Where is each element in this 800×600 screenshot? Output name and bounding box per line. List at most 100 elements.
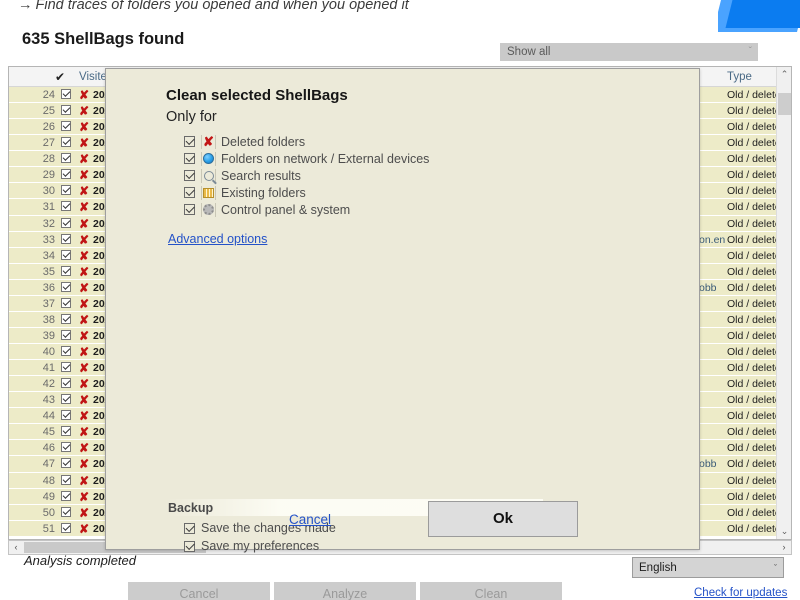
scroll-up-icon[interactable]: ⌃ — [777, 67, 791, 82]
row-delete-icon[interactable]: ✘ — [77, 360, 91, 376]
row-checkbox[interactable] — [59, 392, 73, 408]
row-checkbox[interactable] — [59, 328, 73, 344]
row-delete-icon[interactable]: ✘ — [77, 312, 91, 328]
scroll-down-icon[interactable]: ⌄ — [777, 524, 791, 539]
row-delete-icon[interactable]: ✘ — [77, 119, 91, 135]
vertical-scroll-thumb[interactable] — [778, 93, 791, 115]
row-checkbox[interactable] — [59, 264, 73, 280]
analyze-button[interactable]: Analyze — [274, 582, 416, 600]
row-delete-icon[interactable]: ✘ — [77, 456, 91, 472]
row-checkbox[interactable] — [59, 87, 73, 103]
row-delete-icon[interactable]: ✘ — [77, 328, 91, 344]
clean-option-row[interactable]: ✘ Deleted folders — [184, 133, 429, 150]
row-number: 38 — [42, 313, 55, 326]
row-checkbox[interactable] — [59, 408, 73, 424]
row-checkbox[interactable] — [59, 440, 73, 456]
row-delete-icon[interactable]: ✘ — [77, 473, 91, 489]
row-delete-icon[interactable]: ✘ — [77, 199, 91, 215]
row-delete-icon[interactable]: ✘ — [77, 280, 91, 296]
row-delete-icon[interactable]: ✘ — [77, 183, 91, 199]
row-checkbox[interactable] — [59, 248, 73, 264]
column-header-check[interactable]: ✔ — [47, 67, 73, 87]
row-delete-icon[interactable]: ✘ — [77, 248, 91, 264]
row-delete-icon[interactable]: ✘ — [77, 87, 91, 103]
row-number: 25 — [42, 105, 55, 118]
row-number: 31 — [42, 201, 55, 214]
table-vertical-scrollbar[interactable]: ⌃ ⌄ — [776, 67, 791, 539]
row-checkbox[interactable] — [59, 199, 73, 215]
row-checkbox[interactable] — [59, 167, 73, 183]
option-checkbox[interactable] — [184, 136, 195, 147]
option-checkbox[interactable] — [184, 187, 195, 198]
row-delete-icon[interactable]: ✘ — [77, 489, 91, 505]
row-delete-icon[interactable]: ✘ — [77, 376, 91, 392]
row-delete-icon[interactable]: ✘ — [77, 344, 91, 360]
row-delete-icon[interactable]: ✘ — [77, 505, 91, 521]
row-delete-icon[interactable]: ✘ — [77, 135, 91, 151]
row-delete-icon[interactable]: ✘ — [77, 264, 91, 280]
clean-option-row[interactable]: Existing folders — [184, 184, 429, 201]
row-checkbox[interactable] — [59, 521, 73, 537]
row-type: Old / delete — [727, 394, 781, 407]
row-delete-icon[interactable]: ✘ — [77, 296, 91, 312]
row-checkbox[interactable] — [59, 376, 73, 392]
row-delete-icon[interactable]: ✘ — [77, 167, 91, 183]
cancel-button[interactable]: Cancel — [128, 582, 270, 600]
row-delete-icon[interactable]: ✘ — [77, 521, 91, 537]
option-checkbox[interactable] — [184, 170, 195, 181]
advanced-options-link[interactable]: Advanced options — [168, 232, 267, 246]
row-checkbox[interactable] — [59, 489, 73, 505]
row-checkbox[interactable] — [59, 344, 73, 360]
row-delete-icon[interactable]: ✘ — [77, 103, 91, 119]
row-delete-icon[interactable]: ✘ — [77, 216, 91, 232]
language-value: English — [639, 562, 677, 574]
row-number: 50 — [42, 506, 55, 519]
scroll-left-icon[interactable]: ‹ — [9, 541, 23, 554]
row-type: Old / delete — [727, 490, 781, 503]
row-delete-icon[interactable]: ✘ — [77, 424, 91, 440]
scroll-right-icon[interactable]: › — [777, 541, 791, 554]
row-checkbox[interactable] — [59, 296, 73, 312]
row-number: 37 — [42, 297, 55, 310]
row-delete-icon[interactable]: ✘ — [77, 408, 91, 424]
row-checkbox[interactable] — [59, 360, 73, 376]
clean-option-row[interactable]: Search results — [184, 167, 429, 184]
row-checkbox[interactable] — [59, 135, 73, 151]
row-checkbox[interactable] — [59, 103, 73, 119]
row-checkbox[interactable] — [59, 232, 73, 248]
row-type: Old / delete — [727, 105, 781, 118]
app-tagline: → Find traces of folders you opened and w… — [18, 0, 409, 13]
row-checkbox[interactable] — [59, 216, 73, 232]
check-for-updates-link[interactable]: Check for updates — [694, 587, 787, 599]
clean-option-row[interactable]: Control panel & system — [184, 201, 429, 218]
row-checkbox[interactable] — [59, 505, 73, 521]
language-select[interactable]: English ˇ — [632, 557, 784, 578]
dialog-ok-button[interactable]: Ok — [428, 501, 578, 537]
option-checkbox[interactable] — [184, 204, 195, 215]
search-icon — [201, 168, 216, 183]
dialog-cancel-link[interactable]: Cancel — [289, 512, 331, 527]
backup-option-row[interactable]: Save my preferences — [184, 537, 336, 555]
option-checkbox[interactable] — [184, 153, 195, 164]
row-checkbox[interactable] — [59, 151, 73, 167]
clean-button[interactable]: Clean — [420, 582, 562, 600]
row-delete-icon[interactable]: ✘ — [77, 151, 91, 167]
clean-option-row[interactable]: Folders on network / External devices — [184, 150, 429, 167]
row-number: 49 — [42, 490, 55, 503]
row-checkbox[interactable] — [59, 183, 73, 199]
chevron-down-icon: ˇ — [748, 46, 752, 57]
row-checkbox[interactable] — [59, 280, 73, 296]
row-checkbox[interactable] — [59, 473, 73, 489]
row-checkbox[interactable] — [59, 119, 73, 135]
backup-option-checkbox[interactable] — [184, 540, 195, 552]
row-delete-icon[interactable]: ✘ — [77, 232, 91, 248]
show-all-dropdown[interactable]: Show all ˇ — [500, 43, 758, 61]
row-checkbox[interactable] — [59, 312, 73, 328]
network-globe-icon — [201, 151, 216, 166]
row-delete-icon[interactable]: ✘ — [77, 392, 91, 408]
row-checkbox[interactable] — [59, 424, 73, 440]
row-delete-icon[interactable]: ✘ — [77, 440, 91, 456]
backup-option-checkbox[interactable] — [184, 522, 195, 534]
row-checkbox[interactable] — [59, 456, 73, 472]
column-header-type[interactable]: Type — [727, 67, 752, 87]
